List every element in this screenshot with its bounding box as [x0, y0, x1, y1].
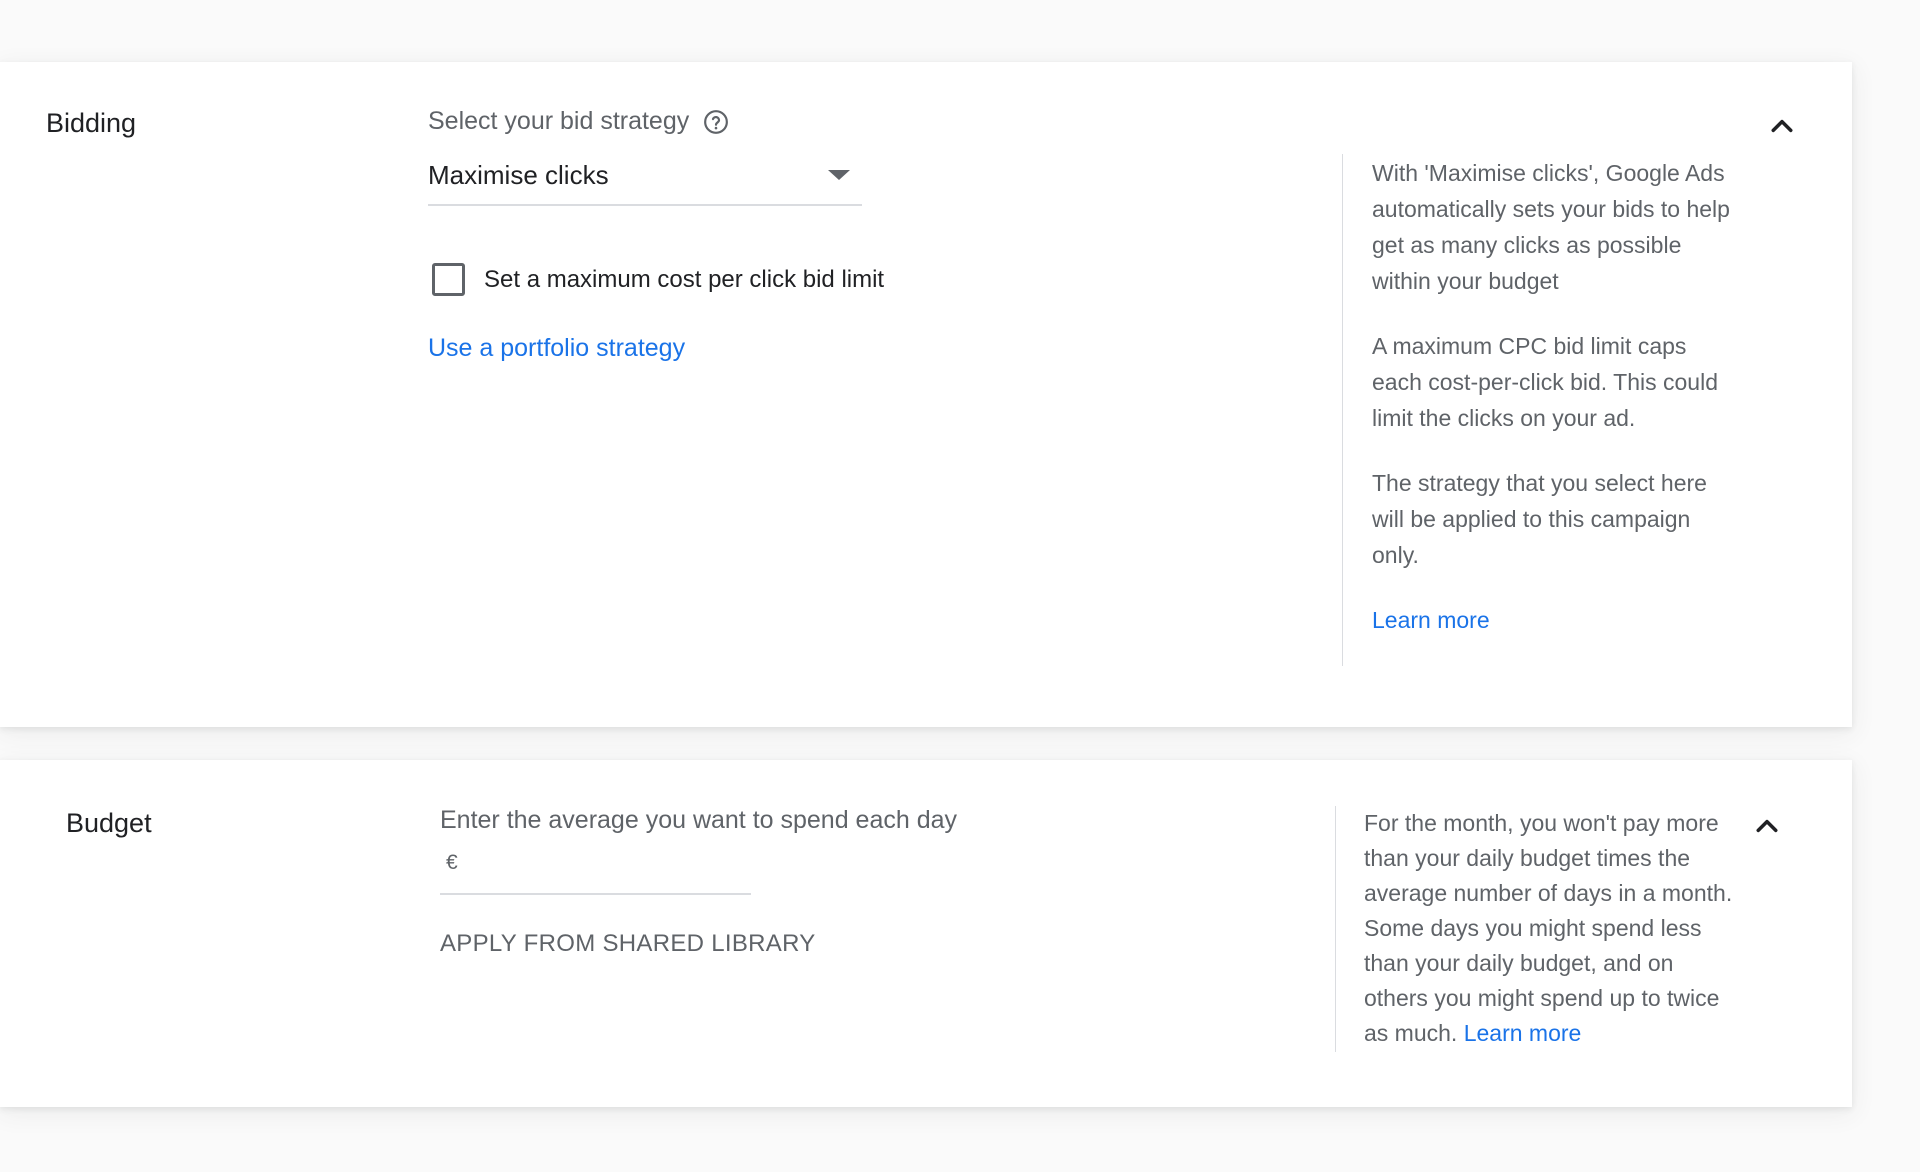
bidding-learn-more-link[interactable]: Learn more [1372, 607, 1490, 633]
bid-strategy-select[interactable]: Maximise clicks [428, 150, 862, 206]
max-cpc-checkbox-row[interactable]: Set a maximum cost per click bid limit [432, 263, 884, 296]
chevron-up-icon [1756, 819, 1778, 833]
bid-strategy-label-text: Select your bid strategy [428, 107, 690, 135]
budget-info-divider [1335, 806, 1336, 1052]
bidding-info-panel: With 'Maximise clicks', Google Ads autom… [1372, 155, 1742, 638]
budget-learn-more-link[interactable]: Learn more [1464, 1020, 1582, 1046]
max-cpc-checkbox-label[interactable]: Set a maximum cost per click bid limit [484, 266, 884, 294]
bidding-section-title: Bidding [46, 108, 137, 138]
dropdown-arrow-icon[interactable] [828, 170, 850, 180]
bid-strategy-label: Select your bid strategy [428, 107, 729, 136]
bid-strategy-selected-value: Maximise clicks [428, 160, 609, 190]
budget-collapse-button[interactable] [1747, 806, 1787, 846]
budget-info-text: For the month, you won't pay more than y… [1364, 810, 1733, 1046]
portfolio-strategy-link[interactable]: Use a portfolio strategy [428, 334, 685, 363]
budget-input-row[interactable]: € [440, 835, 751, 895]
help-circle-icon[interactable] [703, 109, 729, 135]
bidding-info-paragraph-3: The strategy that you select here will b… [1372, 470, 1707, 568]
budget-section-title: Budget [66, 808, 152, 838]
currency-symbol: € [446, 851, 458, 874]
apply-shared-library-button[interactable]: APPLY FROM SHARED LIBRARY [440, 930, 816, 958]
bidding-info-paragraph-1: With 'Maximise clicks', Google Ads autom… [1372, 160, 1730, 294]
bidding-info-divider [1342, 154, 1343, 666]
budget-input-label: Enter the average you want to spend each… [440, 806, 958, 834]
page: Bidding Select your bid strategy Maximis… [0, 0, 1920, 1172]
max-cpc-checkbox[interactable] [432, 263, 465, 296]
bidding-info-paragraph-2: A maximum CPC bid limit caps each cost-p… [1372, 333, 1718, 431]
chevron-up-icon [1771, 119, 1793, 133]
budget-info-panel: For the month, you won't pay more than y… [1364, 806, 1734, 1051]
budget-amount-input[interactable] [470, 843, 740, 883]
bidding-collapse-button[interactable] [1762, 106, 1802, 146]
